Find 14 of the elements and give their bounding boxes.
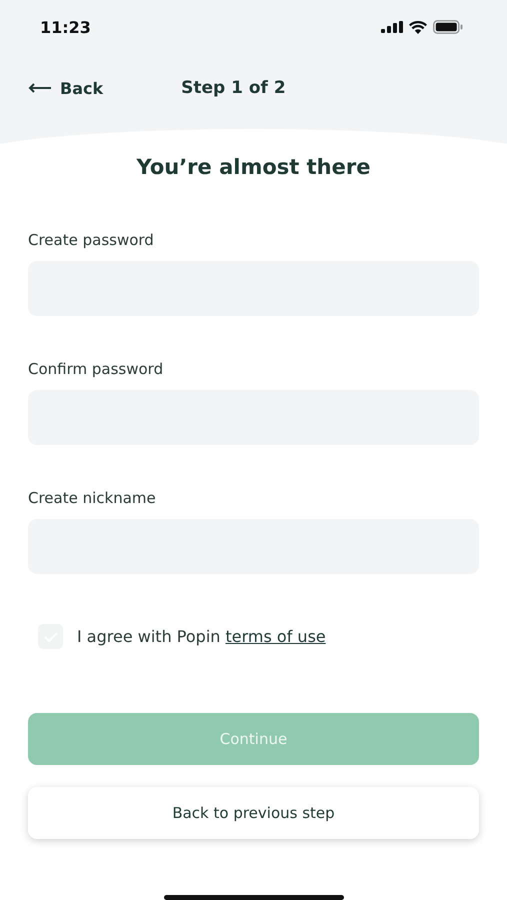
arrow-left-icon [28, 83, 52, 93]
signal-icon [381, 21, 403, 33]
battery-icon [433, 20, 463, 34]
status-time: 11:23 [40, 18, 91, 36]
field-label: Create nickname [28, 489, 157, 507]
back-button[interactable]: Back [28, 78, 104, 98]
agreement-text: I agree with Popin terms of use [77, 627, 326, 646]
page-title: You’re almost there [136, 155, 372, 179]
field-label: Create password [28, 231, 155, 249]
terms-link[interactable]: terms of use [226, 627, 326, 646]
back-to-previous-button[interactable]: Back to previous step [28, 787, 479, 839]
field-label: Confirm password [28, 360, 164, 378]
wifi-icon [409, 20, 427, 34]
step-indicator: Step 1 of 2 [181, 78, 286, 98]
